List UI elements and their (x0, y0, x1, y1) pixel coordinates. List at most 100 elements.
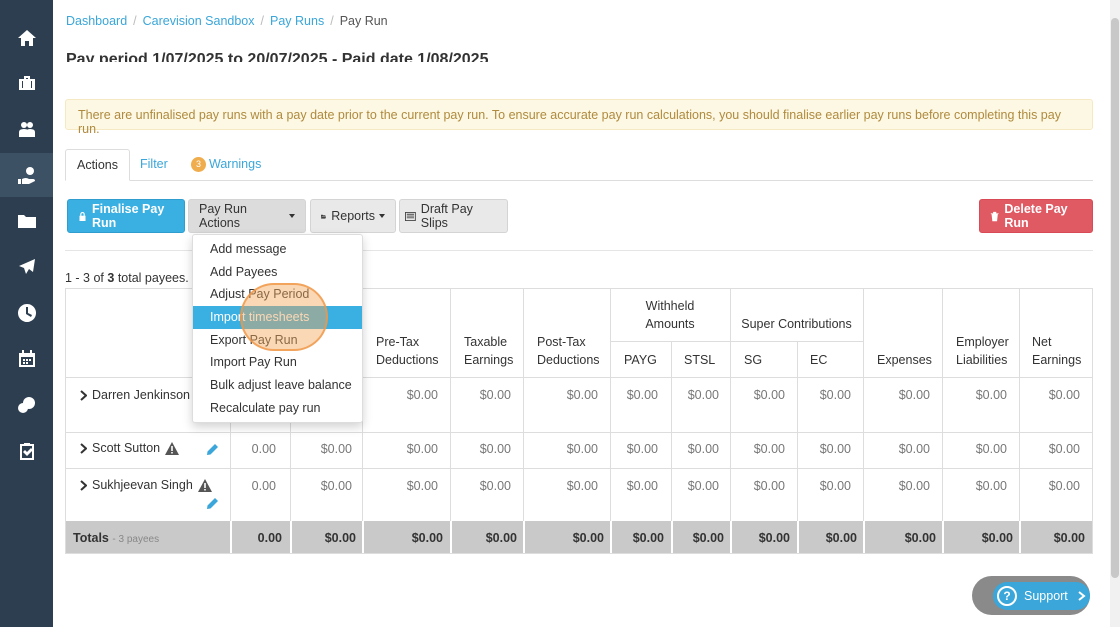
chevron-right-icon (1078, 591, 1086, 601)
cell-payg: $0.00 (626, 442, 658, 456)
plane-icon (18, 259, 35, 274)
breadcrumb-separator: / (133, 14, 137, 28)
header-line: Taxable (464, 335, 508, 349)
cell-net: $0.00 (1048, 479, 1080, 493)
sidebar-item-documents[interactable] (0, 199, 53, 243)
totals-label: Totals - 3 payees (73, 531, 159, 545)
header-net-earnings: Net Earnings (1032, 333, 1081, 369)
table-row-name[interactable]: Scott Sutton (80, 441, 180, 455)
clipboard-check-icon (19, 443, 34, 460)
sidebar-item-home[interactable] (0, 16, 53, 60)
cell-stsl: $0.00 (687, 388, 719, 402)
breadcrumb: Dashboard / Carevision Sandbox / Pay Run… (66, 14, 388, 28)
cell-sg: $0.00 (753, 388, 785, 402)
count-prefix: 1 - 3 of (65, 271, 108, 285)
support-button[interactable]: ? Support (993, 582, 1090, 610)
cell-hours: 0.00 (251, 479, 276, 493)
cell-pretax: $0.00 (406, 388, 438, 402)
pay-run-actions-label: Pay Run Actions (199, 202, 247, 230)
pencil-icon[interactable] (207, 444, 218, 455)
breadcrumb-separator: / (260, 14, 264, 28)
sidebar-item-time[interactable] (0, 291, 53, 335)
people-icon (18, 122, 35, 137)
header-line: Deductions (376, 353, 439, 367)
cell-net: $0.00 (1048, 442, 1080, 456)
coins-icon (17, 397, 35, 413)
draft-pay-slips-button[interactable]: Draft Pay Slips (399, 199, 508, 233)
page-scrollbar[interactable] (1110, 0, 1120, 627)
sidebar-item-people[interactable] (0, 107, 53, 151)
cell-payg: $0.00 (626, 388, 658, 402)
header-withheld-amounts: Withheld Amounts (610, 297, 730, 333)
cell-taxable: $0.00 (479, 388, 511, 402)
lock-icon (79, 211, 86, 221)
sidebar-item-finance[interactable] (0, 383, 53, 427)
chevron-right-icon (80, 442, 87, 454)
caret-down-icon (379, 214, 385, 218)
pay-run-actions-button[interactable]: Pay Run Actions (188, 199, 306, 233)
menu-item-bulk-adjust-leave[interactable]: Bulk adjust leave balance (193, 374, 362, 397)
cell-ec: $0.00 (819, 388, 851, 402)
total-net: $0.00 (1053, 531, 1085, 545)
breadcrumb-sandbox[interactable]: Carevision Sandbox (143, 14, 255, 28)
breadcrumb-dashboard[interactable]: Dashboard (66, 14, 127, 28)
table-row-name[interactable]: Sukhjeevan Singh (80, 478, 212, 492)
sidebar-item-reports[interactable] (0, 429, 53, 473)
header-super-contributions: Super Contributions (741, 317, 852, 331)
warning-icon[interactable] (165, 441, 180, 455)
cell-ec: $0.00 (819, 442, 851, 456)
sidebar-item-leave[interactable] (0, 245, 53, 289)
header-line: Post-Tax (537, 335, 586, 349)
sidebar-item-calendar[interactable] (0, 337, 53, 381)
header-posttax-deductions: Post-Tax Deductions (537, 333, 600, 369)
tab-filter-label: Filter (140, 157, 168, 171)
tab-warnings-label: Warnings (209, 157, 262, 171)
cell-net: $0.00 (1048, 388, 1080, 402)
finalise-label: Finalise Pay Run (92, 202, 165, 230)
unfinalised-warning-alert: There are unfinalised pay runs with a pa… (65, 99, 1093, 136)
list-alt-icon (405, 211, 416, 221)
header-line: Amounts (645, 317, 695, 331)
payee-name: Sukhjeevan Singh (92, 478, 193, 492)
header-line: Liabilities (956, 353, 1008, 367)
reports-button[interactable]: Reports (310, 199, 396, 233)
total-hours: 0.00 (257, 531, 282, 545)
cell-expenses: $0.00 (898, 442, 930, 456)
delete-pay-run-button[interactable]: Delete Pay Run (979, 199, 1093, 233)
menu-item-add-payees[interactable]: Add Payees (193, 261, 362, 284)
cell-hours: 0.00 (251, 442, 276, 456)
header-stsl: STSL (684, 353, 716, 367)
page-title: Pay period 1/07/2025 to 20/07/2025 - Pai… (66, 51, 489, 62)
count-suffix: total payees. (114, 271, 189, 285)
total-posttax: $0.00 (572, 531, 604, 545)
tab-filter[interactable]: Filter (129, 149, 179, 181)
menu-item-add-message[interactable]: Add message (193, 238, 362, 261)
delete-label: Delete Pay Run (1004, 202, 1068, 230)
table-row-name[interactable]: Darren Jenkinson (80, 388, 190, 402)
home-icon (17, 30, 36, 46)
pencil-icon[interactable] (207, 498, 218, 509)
chevron-right-icon (80, 389, 87, 401)
total-payg: $0.00 (632, 531, 664, 545)
scroll-thumb[interactable] (1111, 18, 1119, 578)
header-expenses: Expenses (877, 353, 932, 367)
header-line: Net (1032, 335, 1052, 349)
cell-payg: $0.00 (626, 479, 658, 493)
totals-text: Totals (73, 531, 109, 545)
sidebar-item-business[interactable] (0, 61, 53, 105)
header-line: Deductions (537, 353, 600, 367)
finalise-pay-run-button[interactable]: Finalise Pay Run (67, 199, 185, 233)
sidebar (0, 0, 53, 627)
tab-actions[interactable]: Actions (65, 149, 130, 181)
sidebar-item-payroll[interactable] (0, 153, 53, 197)
breadcrumb-separator: / (330, 14, 334, 28)
menu-item-import-pay-run[interactable]: Import Pay Run (193, 351, 362, 374)
draft-pay-slips-label: Draft Pay Slips (420, 202, 473, 230)
header-line: Earnings (1032, 353, 1082, 367)
caret-down-icon (289, 214, 295, 218)
menu-item-recalculate[interactable]: Recalculate pay run (193, 397, 362, 420)
breadcrumb-payruns[interactable]: Pay Runs (270, 14, 324, 28)
warning-icon[interactable] (197, 478, 212, 492)
header-line: Pre-Tax (376, 335, 420, 349)
tab-warnings[interactable]: 3 Warnings (180, 149, 272, 181)
